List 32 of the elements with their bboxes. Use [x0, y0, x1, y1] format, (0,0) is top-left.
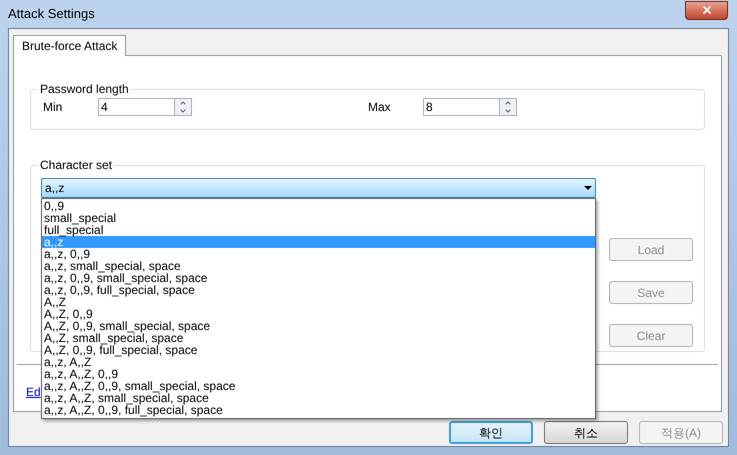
dropdown-option[interactable]: a,,z, 0,,9	[42, 248, 595, 260]
dropdown-option[interactable]: small_special	[42, 212, 595, 224]
close-icon	[700, 4, 712, 16]
dialog-button[interactable]: 취소	[544, 421, 628, 444]
dropdown-option[interactable]: a,,z, A,,Z, 0,,9, small_special, space	[42, 380, 595, 392]
dropdown-option[interactable]: a,,z, A,,Z, 0,,9, full_special, space	[42, 404, 595, 416]
tab[interactable]: Brute-force Attack	[13, 35, 126, 56]
dropdown-option[interactable]: A,,Z, 0,,9	[42, 308, 595, 320]
dropdown-arrow-icon	[584, 186, 592, 190]
dropdown-option[interactable]: a,,z, 0,,9, full_special, space	[42, 284, 595, 296]
dropdown-field[interactable]: a,,z	[41, 178, 596, 198]
number-spinner[interactable]: 4	[98, 98, 192, 116]
group-title: Character set	[39, 157, 114, 174]
dropdown-option[interactable]: a,,z, small_special, space	[42, 260, 595, 272]
field-label: Max	[367, 99, 392, 116]
dropdown-option[interactable]: 0,,9	[42, 200, 595, 212]
close-button[interactable]	[685, 0, 728, 20]
dialog-button[interactable]: 확인	[449, 421, 533, 444]
window-title: Attack Settings	[8, 5, 95, 24]
dropdown-option[interactable]: A,,Z	[42, 296, 595, 308]
dropdown-option[interactable]: A,,Z, 0,,9, full_special, space	[42, 344, 595, 356]
dropdown-option[interactable]: full_special	[42, 224, 595, 236]
dropdown-option[interactable]: a,,z, 0,,9, small_special, space	[42, 272, 595, 284]
dropdown-option[interactable]: A,,Z, small_special, space	[42, 332, 595, 344]
number-spinner[interactable]: 8	[423, 98, 517, 116]
group-title: Password length	[39, 81, 130, 98]
dropdown-option[interactable]: a,,z, A,,Z, small_special, space	[42, 392, 595, 404]
field-label: Min	[42, 99, 64, 116]
dropdown-option[interactable]: a,,z, A,,Z	[42, 356, 595, 368]
dropdown-option[interactable]: a,,z, A,,Z, 0,,9	[42, 368, 595, 380]
link[interactable]: Ed	[26, 383, 41, 401]
dropdown-option[interactable]: A,,Z, 0,,9, small_special, space	[42, 320, 595, 332]
